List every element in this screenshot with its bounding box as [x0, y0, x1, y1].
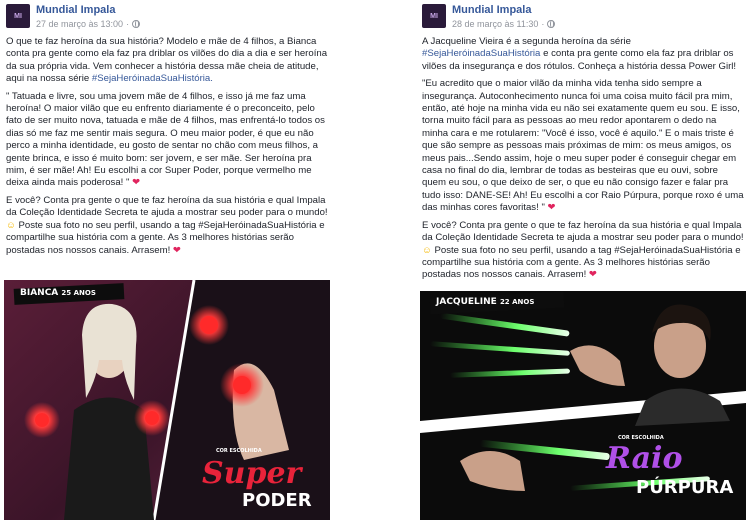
hashtag-link[interactable]: #SejaHeróinadaSuaHistória. [92, 73, 213, 84]
post-bianca: MI Mundial Impala 27 de março às 13:00 ·… [0, 0, 334, 520]
page-name-link[interactable]: Mundial Impala [452, 4, 531, 16]
post-paragraph: E você? Conta pra gente o que te faz her… [422, 220, 744, 282]
heart-icon: ❤ [172, 244, 181, 256]
paragraph-text: "Eu acredito que o maior vilão da minha … [422, 78, 744, 214]
post-jacqueline: MI Mundial Impala 28 de março às 11:30 ·… [416, 0, 750, 520]
post-meta: 27 de março às 13:00 · [36, 19, 141, 29]
post-header: MI Mundial Impala 28 de março às 11:30 · [416, 0, 750, 36]
paragraph-text: A Jacqueline Vieira é a segunda heroína … [422, 36, 631, 47]
avatar-text: MI [14, 12, 22, 20]
post-meta: 28 de março às 11:30 · [452, 19, 556, 29]
product-title-1: Raio [606, 441, 683, 476]
timestamp-link[interactable]: 27 de março às 13:00 [36, 19, 123, 29]
product-title-2: PÚRPURA [636, 477, 734, 498]
paragraph-text: " Tatuada e livre, sou uma jovem mãe de … [6, 90, 325, 189]
small-caption: COR ESCOLHIDA [216, 448, 262, 454]
name-tag-text: JACQUELINE [436, 297, 497, 307]
post-photo-jacqueline[interactable]: JACQUELINE 22 ANOS COR ESCOLHIDA Raio PÚ… [420, 291, 746, 520]
post-paragraph: " Tatuada e livre, sou uma jovem mãe de … [6, 91, 328, 190]
paragraph-text: E você? Conta pra gente o que te faz her… [422, 219, 744, 244]
dot-separator: · [126, 19, 130, 29]
hashtag-link[interactable]: #SejaHeróinadaSuaHistória [422, 48, 540, 59]
heart-icon: ❤ [588, 269, 597, 281]
paragraph-text: E você? Conta pra gente o que te faz her… [6, 194, 328, 219]
smile-emoji-icon: ☺ [422, 244, 432, 256]
post-paragraph: O que te faz heroína da sua história? Mo… [6, 36, 328, 86]
heart-icon: ❤ [547, 202, 556, 214]
post-paragraph: "Eu acredito que o maior vilão da minha … [422, 78, 744, 214]
post-paragraph: E você? Conta pra gente o que te faz her… [6, 195, 328, 257]
globe-icon[interactable] [132, 20, 141, 28]
smile-emoji-icon: ☺ [6, 219, 16, 231]
post-header: MI Mundial Impala 27 de março às 13:00 · [0, 0, 334, 36]
paragraph-text: Poste sua foto no seu perfil, usando a t… [422, 244, 741, 281]
name-tag: JACQUELINE 22 ANOS [436, 297, 534, 307]
post-text: A Jacqueline Vieira é a segunda heroína … [416, 36, 750, 282]
post-text: O que te faz heroína da sua história? Mo… [0, 36, 334, 257]
post-paragraph: A Jacqueline Vieira é a segunda heroína … [422, 36, 744, 73]
page-avatar[interactable]: MI [422, 4, 446, 28]
product-title-2: PODER [242, 490, 312, 511]
product-title-1: Super [202, 456, 302, 491]
page-name-link[interactable]: Mundial Impala [36, 4, 115, 16]
post-photo-bianca[interactable]: BIANCA 25 ANOS COR ESCOLHIDA Super PODER [4, 280, 330, 520]
age-tag-text: 22 ANOS [499, 298, 535, 306]
avatar-text: MI [430, 12, 438, 20]
paragraph-text: Poste sua foto no seu perfil, usando a t… [6, 219, 325, 256]
timestamp-link[interactable]: 28 de março às 11:30 [452, 19, 538, 29]
heart-icon: ❤ [132, 177, 141, 189]
dot-separator: · [541, 19, 545, 29]
globe-icon[interactable] [547, 20, 556, 28]
page-avatar[interactable]: MI [6, 4, 30, 28]
